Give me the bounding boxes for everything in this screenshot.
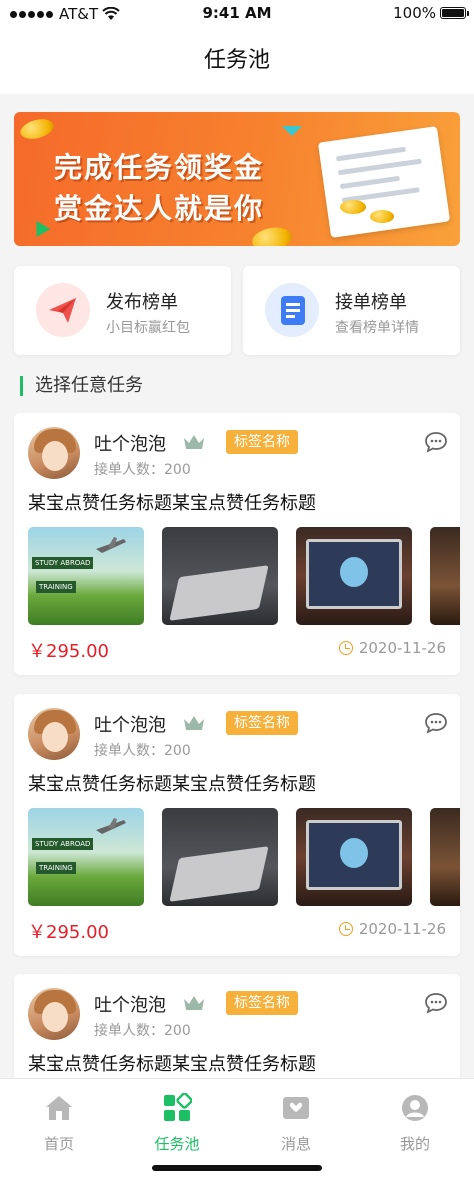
task-username: 吐个泡泡 bbox=[94, 434, 166, 455]
task-date: 2020-11-26 bbox=[338, 639, 446, 657]
coin-icon bbox=[370, 210, 394, 223]
task-title: 某宝点赞任务标题某宝点赞任务标题 bbox=[28, 1054, 316, 1075]
task-date-text: 2020-11-26 bbox=[358, 639, 446, 657]
user-icon bbox=[402, 1095, 428, 1121]
battery-icon bbox=[440, 7, 469, 19]
task-image[interactable] bbox=[430, 808, 460, 906]
message-icon bbox=[283, 1097, 309, 1119]
publish-list-title: 发布榜单 bbox=[106, 292, 178, 313]
avatar bbox=[28, 708, 80, 760]
task-accept-count: 接单人数：200 bbox=[94, 1023, 191, 1039]
task-card[interactable]: 吐个泡泡 标签名称 接单人数：200 某宝点赞任务标题某宝点赞任务标题 STUD… bbox=[14, 694, 460, 956]
task-title: 某宝点赞任务标题某宝点赞任务标题 bbox=[28, 493, 316, 514]
tab-profile[interactable]: 我的 bbox=[356, 1093, 474, 1154]
confetti-icon bbox=[282, 126, 302, 136]
banner-line2: 赏金达人就是你 bbox=[54, 192, 265, 225]
tab-task-pool[interactable]: 任务池 bbox=[118, 1092, 236, 1154]
tab-home[interactable]: 首页 bbox=[0, 1093, 118, 1154]
task-image[interactable]: STUDY ABROAD TRAINING bbox=[28, 808, 144, 906]
publish-list-subtitle: 小目标赢红包 bbox=[106, 320, 190, 336]
task-tag: 标签名称 bbox=[226, 430, 298, 454]
clock-icon bbox=[338, 641, 353, 655]
task-date-text: 2020-11-26 bbox=[358, 920, 446, 938]
sign-study-abroad: STUDY ABROAD bbox=[32, 838, 94, 850]
task-image[interactable] bbox=[296, 527, 412, 625]
sign-training: TRAINING bbox=[36, 862, 76, 874]
task-accept-count: 接单人数：200 bbox=[94, 743, 191, 759]
tab-home-label: 首页 bbox=[43, 1135, 74, 1153]
home-icon bbox=[46, 1096, 72, 1120]
crown-icon bbox=[184, 435, 204, 449]
task-image[interactable] bbox=[430, 527, 460, 625]
coin-icon bbox=[18, 115, 56, 143]
home-indicator bbox=[152, 1165, 322, 1171]
crown-icon bbox=[184, 716, 204, 730]
status-bar: AT&T 9:41 AM 100% bbox=[0, 0, 474, 28]
chat-icon[interactable] bbox=[424, 431, 448, 453]
clock-icon bbox=[338, 922, 353, 936]
tab-messages-label: 消息 bbox=[280, 1135, 311, 1153]
section-title: 选择任意任务 bbox=[20, 376, 143, 396]
tab-profile-label: 我的 bbox=[399, 1135, 430, 1153]
avatar bbox=[28, 427, 80, 479]
tab-task-pool-label: 任务池 bbox=[154, 1135, 200, 1153]
tab-messages[interactable]: 消息 bbox=[237, 1093, 355, 1154]
coin-icon bbox=[340, 200, 366, 214]
task-image-gallery[interactable]: STUDY ABROAD TRAINING bbox=[28, 527, 460, 625]
task-image[interactable] bbox=[162, 527, 278, 625]
sign-study-abroad: STUDY ABROAD bbox=[32, 557, 94, 569]
battery-label: 100% bbox=[393, 4, 436, 22]
task-title: 某宝点赞任务标题某宝点赞任务标题 bbox=[28, 774, 316, 795]
chat-icon[interactable] bbox=[424, 712, 448, 734]
grid-icon bbox=[164, 1092, 193, 1121]
accept-list-card[interactable]: 接单榜单 查看榜单详情 bbox=[243, 266, 460, 355]
accept-list-title: 接单榜单 bbox=[335, 292, 407, 313]
task-image[interactable] bbox=[296, 808, 412, 906]
task-price: ￥295.00 bbox=[28, 922, 109, 943]
task-date: 2020-11-26 bbox=[338, 920, 446, 938]
chat-icon[interactable] bbox=[424, 992, 448, 1014]
task-tag: 标签名称 bbox=[226, 711, 298, 735]
crown-icon bbox=[184, 996, 204, 1010]
accept-list-subtitle: 查看榜单详情 bbox=[335, 320, 419, 336]
task-tag: 标签名称 bbox=[226, 991, 298, 1015]
task-image[interactable]: STUDY ABROAD TRAINING bbox=[28, 527, 144, 625]
task-image[interactable] bbox=[162, 808, 278, 906]
task-card[interactable]: 吐个泡泡 标签名称 接单人数：200 某宝点赞任务标题某宝点赞任务标题 STUD… bbox=[14, 413, 460, 675]
paper-plane-icon bbox=[36, 283, 90, 337]
airplane-icon bbox=[96, 818, 126, 834]
task-accept-count: 接单人数：200 bbox=[94, 462, 191, 478]
sign-training: TRAINING bbox=[36, 581, 76, 593]
task-username: 吐个泡泡 bbox=[94, 995, 166, 1016]
avatar bbox=[28, 988, 80, 1040]
task-price: ￥295.00 bbox=[28, 641, 109, 662]
publish-list-card[interactable]: 发布榜单 小目标赢红包 bbox=[14, 266, 231, 355]
task-image-gallery[interactable]: STUDY ABROAD TRAINING bbox=[28, 808, 460, 906]
banner-line1: 完成任务领奖金 bbox=[54, 151, 265, 184]
document-icon bbox=[265, 283, 319, 337]
task-username: 吐个泡泡 bbox=[94, 715, 166, 736]
confetti-icon bbox=[29, 216, 51, 238]
coin-icon bbox=[250, 224, 294, 246]
promo-banner[interactable]: 完成任务领奖金 赏金达人就是你 bbox=[14, 112, 460, 246]
airplane-icon bbox=[96, 537, 126, 553]
page-title: 任务池 bbox=[0, 28, 474, 94]
